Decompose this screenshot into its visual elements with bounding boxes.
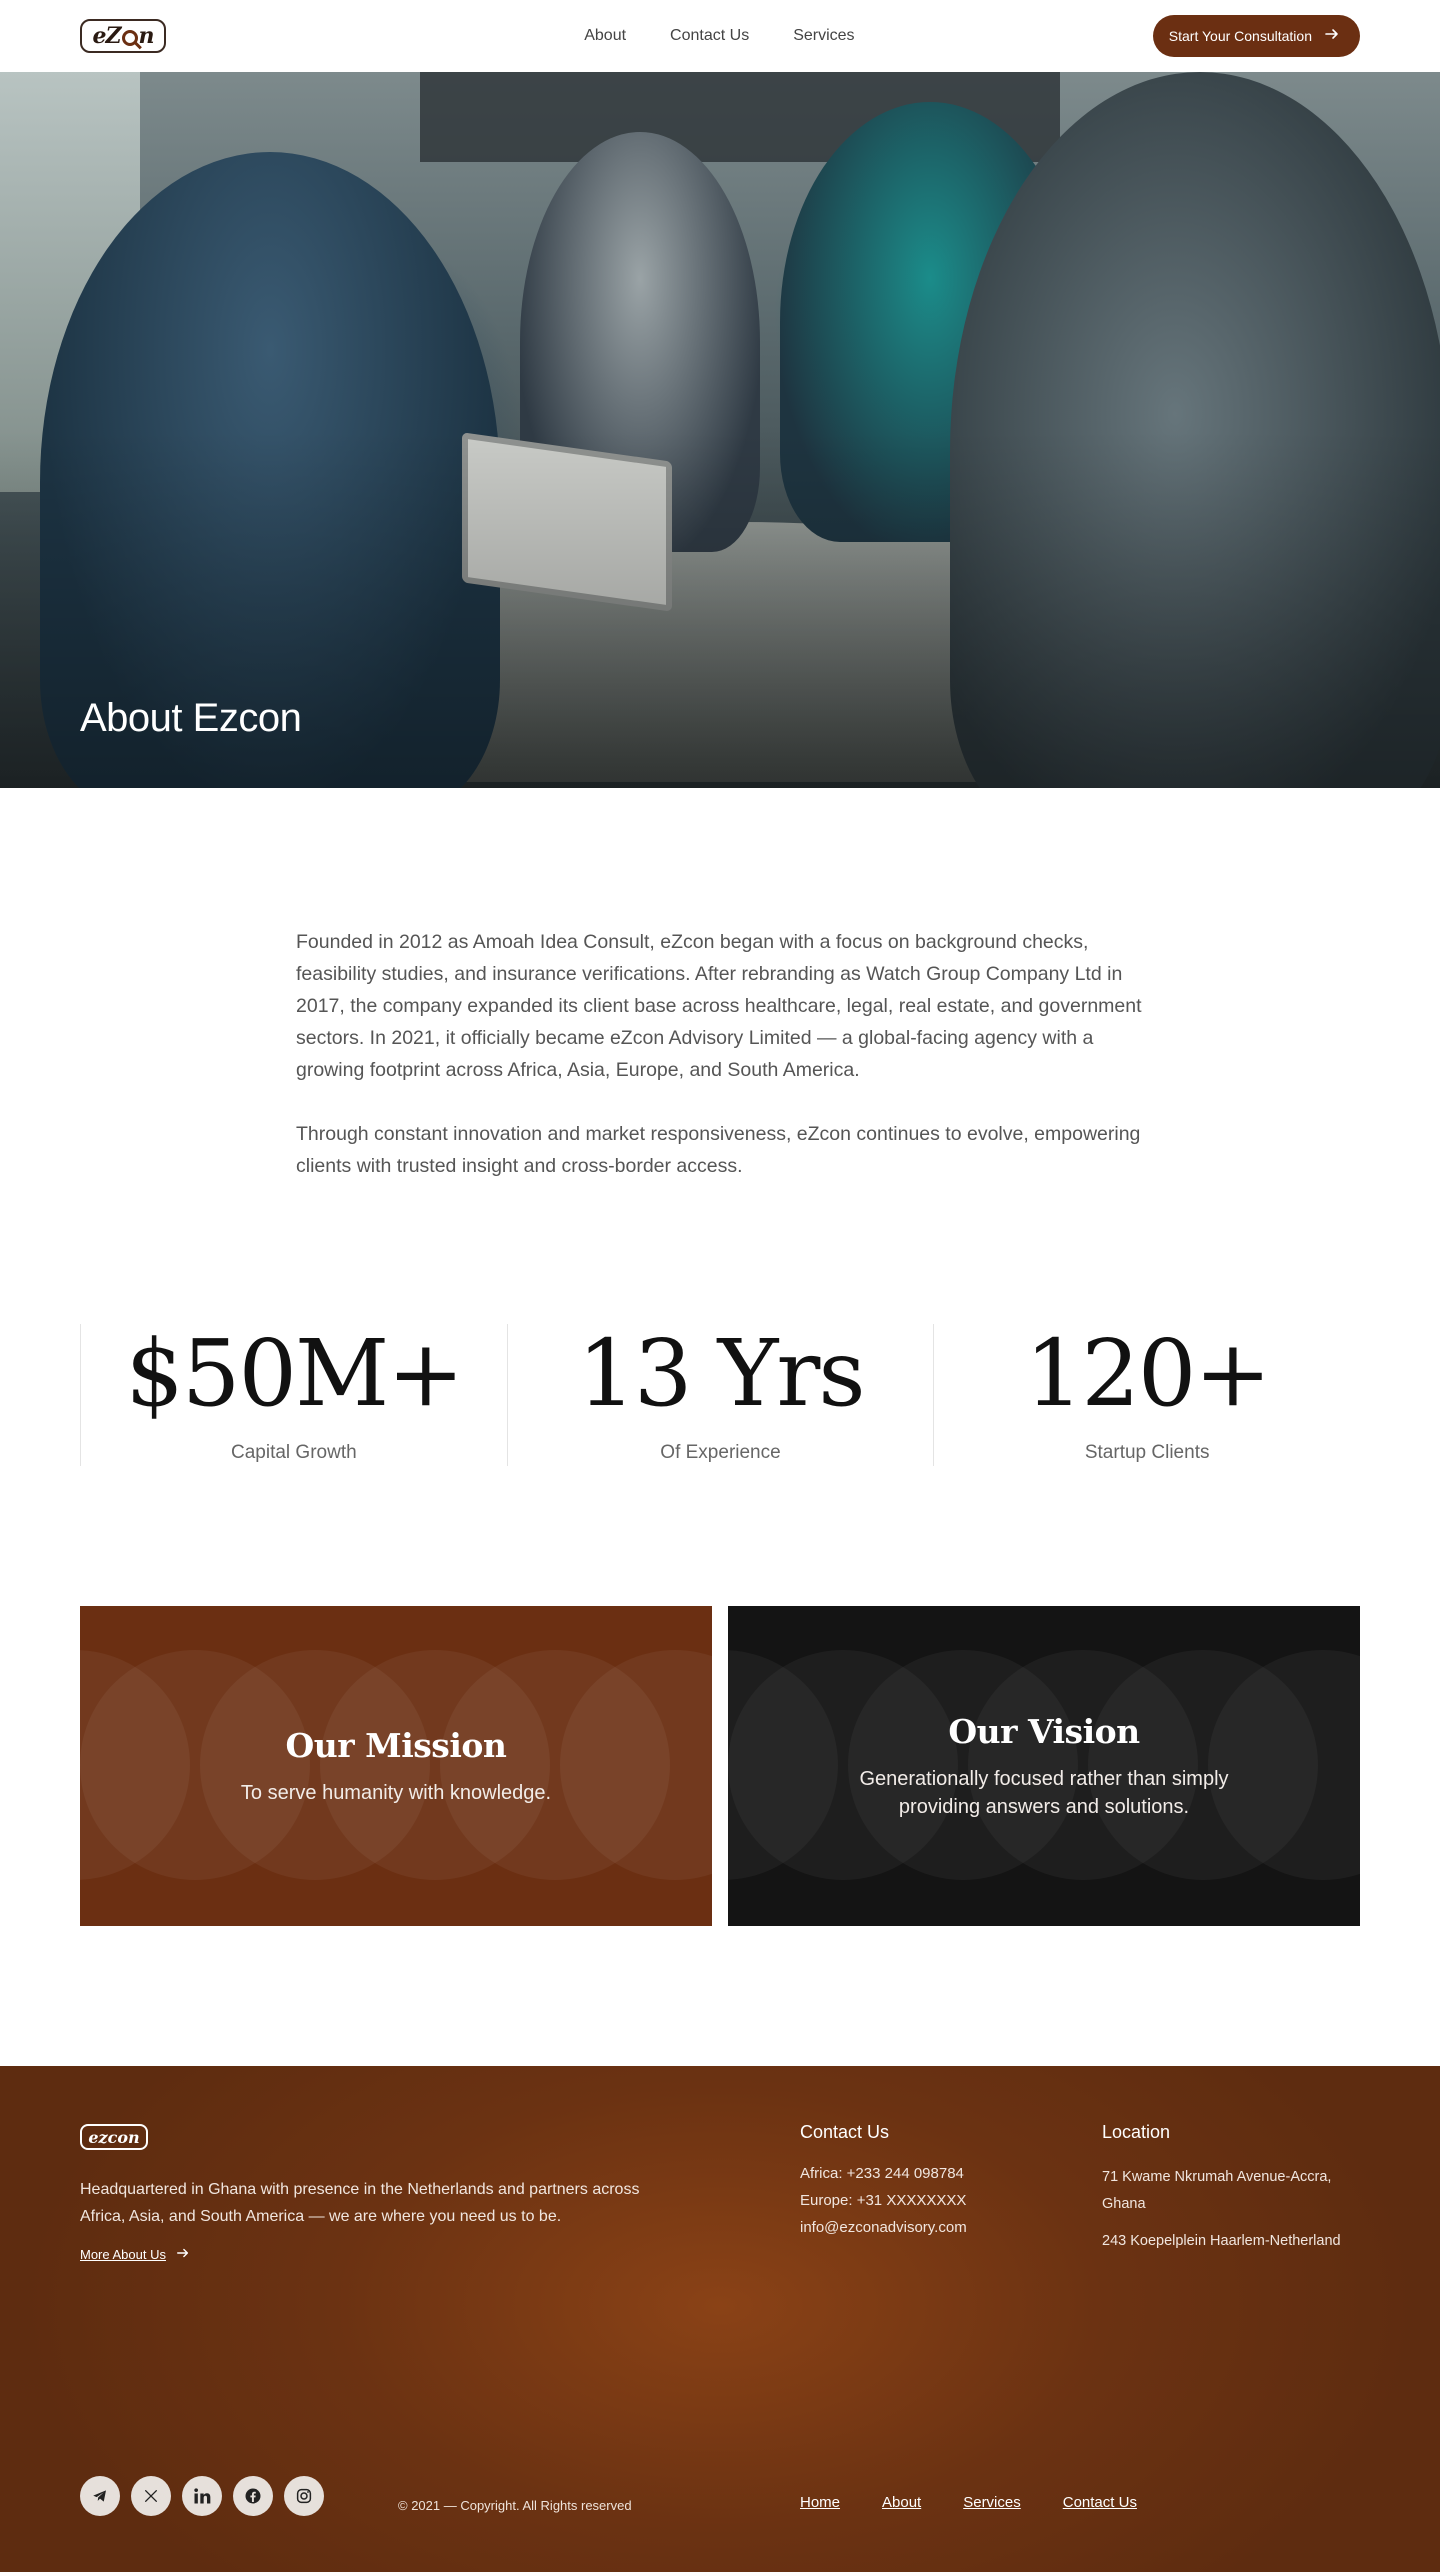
stat-value: 13 Yrs [577,1320,865,1427]
footer-nav-about[interactable]: About [882,2494,921,2511]
stat-label: Of Experience [660,1442,781,1463]
footer-description: Headquartered in Ghana with presence in … [80,2181,640,2225]
page-title: About Ezcon [80,696,302,740]
stat-label: Capital Growth [231,1442,357,1463]
arrow-right-icon [1324,26,1340,47]
stats-row: $50M+ Capital Growth 13 Yrs Of Experienc… [80,1324,1360,1466]
telegram-icon[interactable] [80,2476,120,2516]
footer-location-list: 71 Kwame Nkrumah Avenue-Accra, Ghana 243… [1102,2164,1372,2255]
location-accra: 71 Kwame Nkrumah Avenue-Accra, Ghana [1102,2169,1332,2212]
footer-nav: Home About Services Contact Us [800,2494,1137,2511]
instagram-icon[interactable] [284,2476,324,2516]
x-icon[interactable] [131,2476,171,2516]
stat-startup-clients: 120+ Startup Clients [933,1324,1360,1466]
facebook-icon[interactable] [233,2476,273,2516]
nav-about[interactable]: About [584,27,626,45]
footer-contact-title: Contact Us [800,2122,890,2142]
logo[interactable]: eZ n [80,19,166,53]
stat-value: 120+ [1024,1320,1272,1427]
vision-text: Generationally focused rather than simpl… [859,1767,1229,1818]
contact-africa-phone[interactable]: Africa: +233 244 098784 [800,2160,967,2187]
linkedin-icon[interactable] [182,2476,222,2516]
footer-nav-contact-us[interactable]: Contact Us [1063,2494,1137,2511]
stat-experience: 13 Yrs Of Experience [506,1320,934,1466]
social-links [80,2476,324,2516]
logo-n: n [138,23,155,49]
vision-title: Our Vision [948,1711,1140,1751]
start-consultation-button[interactable]: Start Your Consultation [1152,15,1360,57]
logo-e: eZ [92,23,121,49]
arrow-right-icon [176,2246,190,2263]
site-footer: ezcon Headquartered in Ghana with presen… [0,2066,1440,2572]
intro-paragraph: Through constant innovation and market r… [296,1123,1141,1177]
nav-contact-us[interactable]: Contact Us [670,27,749,45]
mission-pattern [80,1606,712,1926]
footer-nav-home[interactable]: Home [800,2494,840,2511]
hero-image: About Ezcon [0,72,1440,788]
logo-magnifier-icon [121,30,138,46]
vision-card: Our Vision Generationally focused rather… [728,1606,1360,1926]
site-header: eZ n About Contact Us Services Start Your… [0,0,1440,72]
copyright: © 2021 — Copyright. All Rights reserved [398,2498,632,2513]
cta-label: Start Your Consultation [1168,28,1312,44]
more-about-us-label: More About Us [80,2247,166,2262]
stat-label: Startup Clients [1084,1442,1210,1463]
stat-value: $50M+ [125,1320,464,1427]
mission-card: Our Mission To serve humanity with knowl… [80,1606,712,1926]
main-nav: About Contact Us Services [584,27,854,45]
footer-nav-services[interactable]: Services [963,2494,1021,2511]
intro-paragraph: Founded in 2012 as Amoah Idea Consult, e… [296,931,1142,1081]
about-intro: Founded in 2012 as Amoah Idea Consult, e… [296,926,1146,1182]
footer-location-title: Location [1102,2122,1171,2142]
hero-shade [0,72,1440,788]
location-haarlem: 243 Koepelplein Haarlem-Netherland [1102,2233,1341,2249]
footer-logo[interactable]: ezcon [80,2124,148,2150]
stat-capital-growth: $50M+ Capital Growth [80,1324,507,1466]
more-about-us-link[interactable]: More About Us [80,2246,190,2263]
mission-title: Our Mission [285,1725,507,1765]
contact-email[interactable]: info@ezconadvisory.com [800,2214,967,2241]
nav-services[interactable]: Services [793,27,854,45]
mission-text: To serve humanity with knowledge. [240,1781,552,1804]
contact-europe-phone[interactable]: Europe: +31 XXXXXXXX [800,2187,967,2214]
footer-contact-list: Africa: +233 244 098784 Europe: +31 XXXX… [800,2160,967,2241]
